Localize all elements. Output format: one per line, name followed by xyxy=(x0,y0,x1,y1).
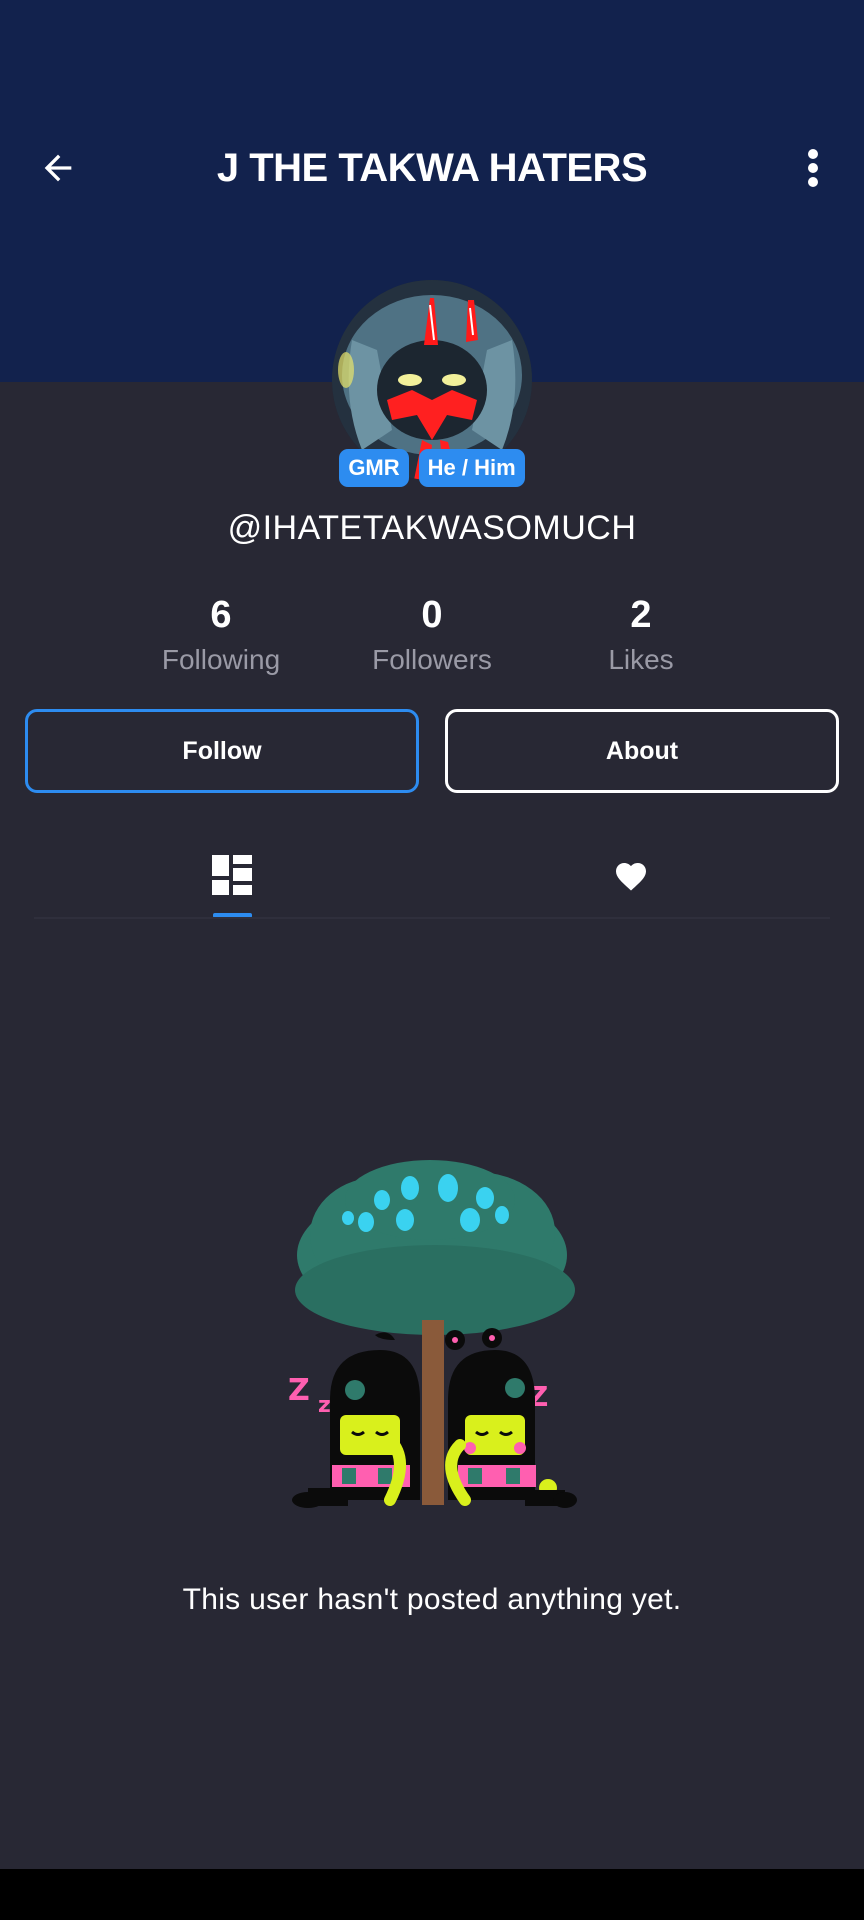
stat-likes: 2 Likes xyxy=(531,590,751,680)
stat-followers[interactable]: 0 Followers xyxy=(322,590,542,680)
profile-page: J THE TAKWA HATERS GMR He / Him @IHATETA… xyxy=(0,0,864,1920)
page-title: J THE TAKWA HATERS xyxy=(216,146,648,190)
follow-button[interactable]: Follow xyxy=(25,709,419,793)
arrow-left-icon xyxy=(44,154,72,182)
tab-likes[interactable] xyxy=(531,835,731,915)
stat-value: 2 xyxy=(630,594,652,636)
posts-grid-icon xyxy=(212,855,252,895)
profile-badges: GMR He / Him xyxy=(0,449,864,487)
profile-handle: @IHATETAKWASOMUCH xyxy=(227,509,637,547)
tab-posts[interactable] xyxy=(132,835,332,915)
heart-icon xyxy=(616,863,646,891)
svg-text:Z: Z xyxy=(288,1373,310,1408)
sleeping-characters-tree-illustration: Z z Z xyxy=(288,1160,577,1508)
tab-divider xyxy=(34,917,830,919)
stat-value: 6 xyxy=(210,594,232,636)
stat-label: Likes xyxy=(608,644,674,675)
stat-label: Followers xyxy=(372,644,492,675)
stat-label: Following xyxy=(161,644,281,675)
svg-text:z: z xyxy=(318,1393,331,1418)
badge-pronouns: He / Him xyxy=(418,449,525,487)
more-vertical-icon xyxy=(808,149,818,187)
empty-state-illustration: Z z Z xyxy=(270,1160,600,1560)
more-options-button[interactable] xyxy=(785,140,841,196)
empty-state-message: This user hasn't posted anything yet. xyxy=(182,1583,682,1616)
stat-value: 0 xyxy=(421,594,443,636)
stat-following[interactable]: 6 Following xyxy=(111,590,331,680)
back-button[interactable] xyxy=(30,140,86,196)
system-nav-bar xyxy=(0,1869,864,1920)
badge-gmr: GMR xyxy=(339,449,409,487)
about-button[interactable]: About xyxy=(445,709,839,793)
